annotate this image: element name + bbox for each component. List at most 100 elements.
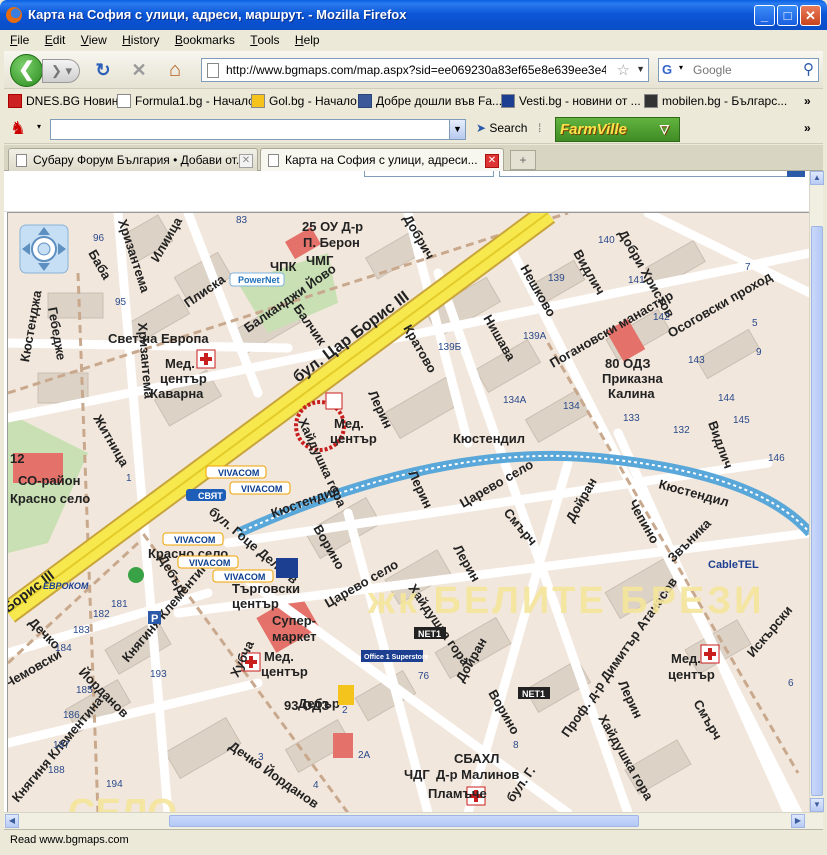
place-med-low-1: Мед. <box>264 649 294 664</box>
addon-search-button[interactable]: ➤ Search <box>476 121 527 135</box>
svg-text:184: 184 <box>55 643 72 654</box>
url-dropdown-icon[interactable]: ▼ <box>636 64 645 74</box>
svg-text:4: 4 <box>313 780 319 791</box>
place-p-beron: П. Берон <box>303 235 360 250</box>
close-window-button[interactable]: ✕ <box>800 5 821 26</box>
svg-text:146: 146 <box>768 453 785 464</box>
close-tab-icon[interactable]: ✕ <box>485 154 499 168</box>
close-tab-icon[interactable]: ✕ <box>239 154 253 168</box>
street-label-kyustendil: Кюстендил <box>453 431 525 446</box>
bookmarks-more[interactable]: » <box>804 94 811 108</box>
menu-bookmarks[interactable]: Bookmarks <box>169 30 241 47</box>
place-chmg: ЧМГ <box>306 253 334 268</box>
address-input[interactable] <box>499 171 789 177</box>
url-bar[interactable]: ☆ ▼ <box>201 58 649 82</box>
horizontal-scroll-thumb[interactable] <box>169 815 639 827</box>
search-icon[interactable]: ⚲ <box>803 60 814 78</box>
svg-text:76: 76 <box>418 671 430 682</box>
bus-stop-icon <box>128 567 144 583</box>
brand-cabletel: CableTEL <box>708 559 759 571</box>
farmville-button[interactable]: FarmVille ▽ <box>555 117 680 142</box>
svg-text:95: 95 <box>115 297 127 308</box>
firefox-icon <box>6 7 22 23</box>
menu-file[interactable]: File <box>4 30 35 47</box>
minimize-button[interactable]: _ <box>754 5 775 26</box>
scroll-down-icon[interactable]: ▼ <box>810 798 824 812</box>
search-arrow-icon: ➤ <box>476 121 487 135</box>
addon-dropdown-icon[interactable]: ▾ <box>37 122 41 131</box>
combo-dropdown-icon[interactable]: ▼ <box>449 120 465 139</box>
place-med-mid-1: Мед. <box>334 416 364 431</box>
tab-strip: Субару Форум България • Добави от... ✕ К… <box>4 145 823 172</box>
home-icon[interactable]: ⌂ <box>164 59 186 81</box>
tab-subaru-forum[interactable]: Субару Форум България • Добави от... ✕ <box>8 148 258 171</box>
brand-evrokom: ЕВРОКОМ <box>43 581 89 591</box>
google-icon[interactable]: G <box>662 62 678 78</box>
map-canvas[interactable]: бул. Цар Борис III Борис III Хризантема … <box>4 203 809 812</box>
addon-search-combo[interactable]: ▼ <box>50 119 466 140</box>
bookmark-gol[interactable]: Gol.bg - Начало <box>251 94 357 108</box>
place-so-rayon-2: Красно село <box>10 491 90 506</box>
addon-logo-icon[interactable]: ♞ <box>10 118 26 139</box>
place-chpk: ЧПК <box>270 259 296 274</box>
tab-bgmaps[interactable]: Карта на София с улици, адреси... ✕ <box>260 148 504 172</box>
menu-tools[interactable]: Tools <box>244 30 285 47</box>
place-school-25: 25 ОУ Д-р <box>302 219 363 234</box>
chevron-down-icon[interactable]: ▽ <box>660 118 669 141</box>
gol-bg-icon <box>251 94 265 108</box>
svg-text:9: 9 <box>756 347 762 358</box>
maximize-button[interactable]: □ <box>777 5 798 26</box>
map-svg[interactable]: бул. Цар Борис III Борис III Хризантема … <box>4 203 809 812</box>
scroll-right-icon[interactable]: ▶ <box>791 814 805 828</box>
url-input[interactable] <box>226 61 606 79</box>
menu-view[interactable]: View <box>75 30 113 47</box>
menu-help[interactable]: Help <box>289 30 326 47</box>
map-pan-control[interactable] <box>19 224 69 274</box>
svg-text:2А: 2А <box>358 750 371 761</box>
brand-net1-2: NET1 <box>522 689 545 699</box>
page-icon <box>16 154 27 167</box>
bookmarks-toolbar: DNES.BG Новини Formula1.bg - Начало Gol.… <box>4 90 823 114</box>
scroll-left-icon[interactable]: ◀ <box>5 814 19 828</box>
vertical-scroll-thumb[interactable] <box>811 226 823 796</box>
search-input[interactable] <box>693 62 793 78</box>
brand-net1-1: NET1 <box>418 629 441 639</box>
bookmark-star-icon[interactable]: ☆ <box>617 61 630 79</box>
go-button[interactable] <box>787 171 805 177</box>
search-bar[interactable]: G ▾ ⚲ <box>658 58 819 82</box>
street-label-svet-evropa: Свет на Европа <box>108 331 209 346</box>
place-med-kavarna-2: център <box>160 371 207 386</box>
street-label-plamache: Пламъче <box>428 786 487 801</box>
place-med-kavarna-1: Мед. <box>165 356 195 371</box>
engine-dropdown-icon[interactable]: ▾ <box>679 63 683 72</box>
back-button[interactable]: ❮ <box>10 54 43 87</box>
svg-text:186: 186 <box>63 710 80 721</box>
window-titlebar[interactable]: Карта на София с улици, адреси, маршрут.… <box>0 0 827 30</box>
place-odz80-3: Калина <box>608 386 655 401</box>
svg-text:139А: 139А <box>523 331 547 342</box>
forward-button[interactable]: ❯ ▾ <box>42 59 80 83</box>
reload-icon[interactable]: ↻ <box>92 59 114 81</box>
city-select[interactable] <box>364 171 494 177</box>
horizontal-scrollbar[interactable]: ◀ ▶ <box>4 812 823 829</box>
menu-history[interactable]: History <box>116 30 165 47</box>
place-odz80-2: Приказна <box>602 371 663 386</box>
stop-icon[interactable]: ✕ <box>128 59 150 81</box>
bookmark-formula1[interactable]: Formula1.bg - Начало <box>117 94 255 108</box>
place-so-rayon-1: СО-район <box>18 473 80 488</box>
brand-powernet: PowerNet <box>238 275 280 285</box>
bookmark-facebook[interactable]: Добре дошли във Fa... <box>358 94 502 108</box>
bookmark-mobilen[interactable]: mobilen.bg - Българс... <box>644 94 787 108</box>
page-icon <box>207 63 219 78</box>
svg-text:183: 183 <box>73 625 90 636</box>
dnes-bg-icon <box>8 94 22 108</box>
bookmark-vesti[interactable]: Vesti.bg - новини от ... <box>501 94 641 108</box>
svg-text:134А: 134А <box>503 395 527 406</box>
bookmark-dnes[interactable]: DNES.BG Новини <box>8 94 125 108</box>
scroll-up-icon[interactable]: ▲ <box>810 171 824 185</box>
toolbar-more[interactable]: » <box>804 121 811 135</box>
new-tab-button[interactable]: + <box>510 150 536 170</box>
menu-edit[interactable]: Edit <box>39 30 72 47</box>
svg-text:193: 193 <box>150 669 167 680</box>
vertical-scrollbar[interactable]: ▲ ▼ <box>809 171 824 812</box>
